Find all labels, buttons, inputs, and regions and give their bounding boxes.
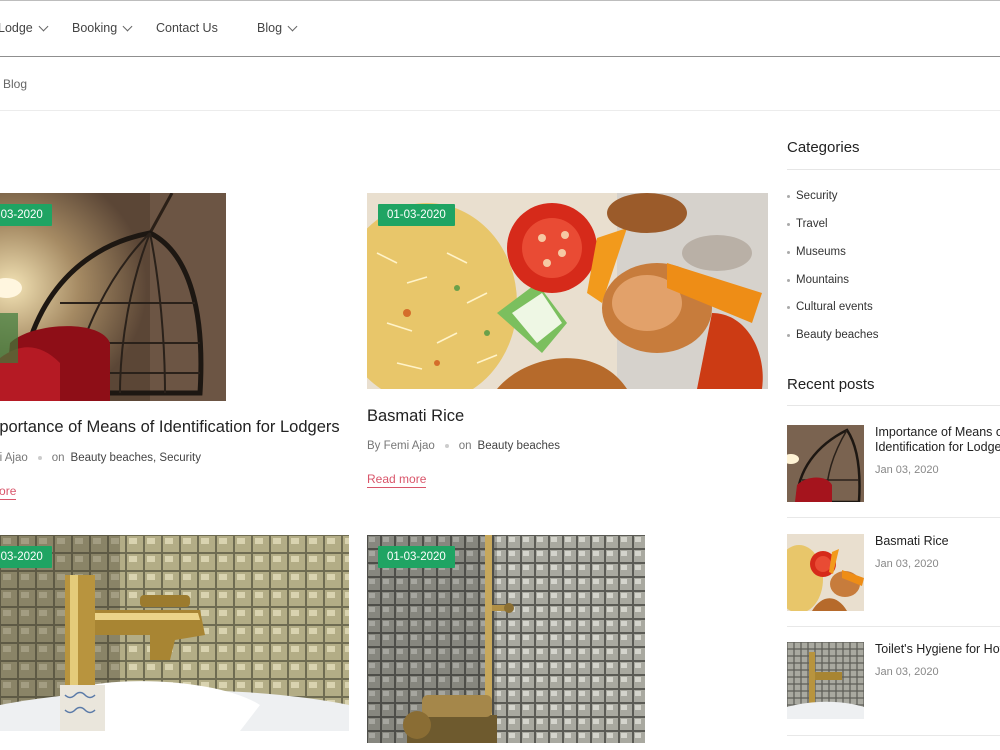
top-navigation: Lodge Booking Contact Us Blog bbox=[0, 0, 1000, 57]
divider bbox=[787, 735, 1000, 736]
categories-heading: Categories bbox=[787, 139, 860, 156]
category-label: Travel bbox=[796, 218, 828, 230]
post-title[interactable]: Basmati Rice bbox=[367, 407, 464, 426]
divider bbox=[787, 405, 1000, 406]
breadcrumb-current: Blog bbox=[3, 77, 28, 91]
nav-item-label: Blog bbox=[257, 21, 283, 35]
divider bbox=[787, 169, 1000, 170]
breadcrumb: Blog bbox=[0, 57, 1000, 111]
recent-post-date: Jan 03, 2020 bbox=[875, 558, 939, 570]
read-more-link[interactable]: Read more bbox=[0, 484, 17, 500]
recent-post-thumbnail[interactable] bbox=[787, 642, 864, 719]
post-meta: By Femi Ajao on Beauty beaches, Security bbox=[0, 452, 201, 464]
post-categories[interactable]: Beauty beaches, Security bbox=[71, 452, 201, 464]
recent-post-thumbnail[interactable] bbox=[787, 534, 864, 611]
recent-post-title[interactable]: Importance of Means of Identification fo… bbox=[875, 425, 1000, 455]
separator-dot bbox=[37, 456, 42, 460]
category-label: Mountains bbox=[796, 274, 850, 286]
bullet-icon bbox=[787, 305, 790, 309]
bullet-icon bbox=[787, 194, 790, 198]
nav-item-label: Booking bbox=[72, 21, 118, 35]
post-author[interactable]: By Femi Ajao bbox=[0, 452, 28, 464]
bullet-icon bbox=[787, 278, 790, 282]
date-badge: 01-03-2020 bbox=[378, 204, 455, 226]
recent-post-item[interactable]: Importance of Means of Identification fo… bbox=[787, 425, 1000, 518]
category-label: Museums bbox=[796, 246, 846, 258]
separator-dot bbox=[444, 444, 449, 448]
category-item[interactable]: Museums bbox=[787, 246, 846, 258]
nav-item-booking[interactable]: Booking bbox=[72, 21, 133, 35]
post-categories[interactable]: Beauty beaches bbox=[478, 440, 560, 452]
date-badge: 01-03-2020 bbox=[0, 204, 52, 226]
recent-post-title[interactable]: Basmati Rice bbox=[875, 534, 1000, 549]
category-item[interactable]: Security bbox=[787, 190, 838, 202]
category-label: Cultural events bbox=[796, 301, 873, 313]
date-badge: 01-03-2020 bbox=[378, 546, 455, 568]
recent-post-item[interactable]: Basmati Rice Jan 03, 2020 bbox=[787, 534, 1000, 627]
nav-item-label: Contact Us bbox=[156, 21, 218, 35]
recent-post-thumbnail[interactable] bbox=[787, 425, 864, 502]
category-label: Security bbox=[796, 190, 838, 202]
divider bbox=[787, 626, 1000, 627]
read-more-link[interactable]: Read more bbox=[367, 472, 427, 488]
chevron-down-icon bbox=[38, 21, 49, 31]
nav-item-contact[interactable]: Contact Us bbox=[156, 21, 218, 35]
bullet-icon bbox=[787, 333, 790, 337]
post-on: on bbox=[458, 440, 472, 452]
category-label: Beauty beaches bbox=[796, 329, 879, 341]
chevron-down-icon bbox=[287, 21, 298, 31]
post-meta: By Femi Ajao on Beauty beaches bbox=[367, 440, 560, 452]
post-author[interactable]: By Femi Ajao bbox=[367, 440, 435, 452]
chevron-down-icon bbox=[122, 21, 133, 31]
recent-post-date: Jan 03, 2020 bbox=[875, 666, 939, 678]
bullet-icon bbox=[787, 222, 790, 226]
category-item[interactable]: Cultural events bbox=[787, 301, 873, 313]
nav-item-blog[interactable]: Blog bbox=[257, 21, 298, 35]
bullet-icon bbox=[787, 250, 790, 254]
recent-post-item[interactable]: Toilet's Hygiene for Hotels Jan 03, 2020 bbox=[787, 642, 1000, 736]
nav-item-lodge[interactable]: Lodge bbox=[0, 21, 49, 35]
divider bbox=[787, 517, 1000, 518]
post-image-tap[interactable] bbox=[0, 535, 349, 731]
post-on: on bbox=[51, 452, 65, 464]
recent-posts-heading: Recent posts bbox=[787, 376, 875, 393]
category-item[interactable]: Travel bbox=[787, 218, 828, 230]
category-item[interactable]: Beauty beaches bbox=[787, 329, 878, 341]
recent-post-title[interactable]: Toilet's Hygiene for Hotels bbox=[875, 642, 1000, 657]
post-title[interactable]: Importance of Means of Identification fo… bbox=[0, 418, 340, 437]
recent-post-date: Jan 03, 2020 bbox=[875, 464, 939, 476]
nav-item-label: Lodge bbox=[0, 21, 33, 35]
date-badge: 01-03-2020 bbox=[0, 546, 52, 568]
category-item[interactable]: Mountains bbox=[787, 274, 849, 286]
